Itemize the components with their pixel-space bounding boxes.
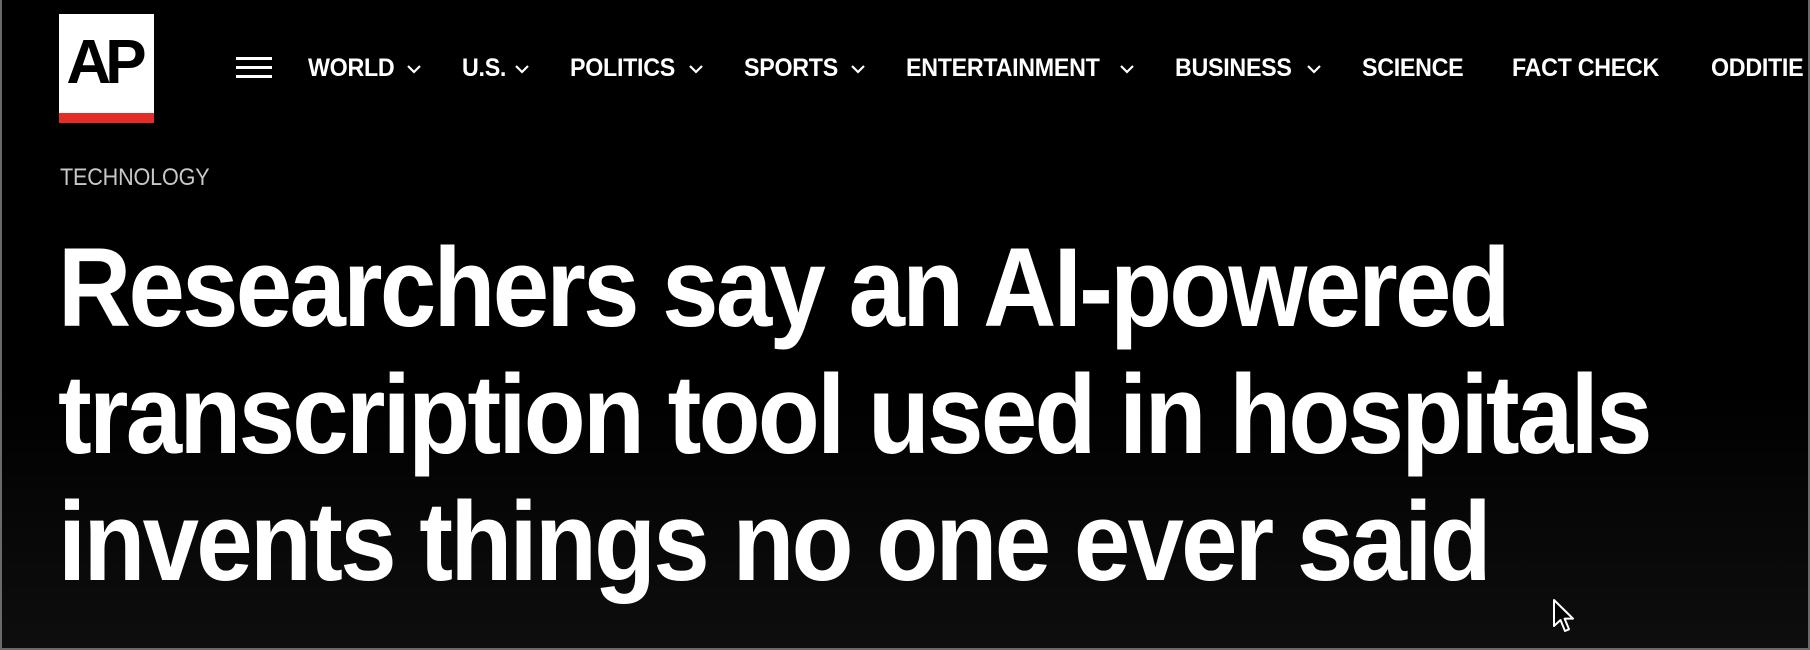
nav-item-politics[interactable]: POLITICS [570,53,704,83]
chevron-down-icon [1120,64,1135,74]
nav-item-label: POLITICS [570,53,676,82]
chevron-down-icon [689,64,704,74]
chevron-down-icon [515,64,530,74]
article-headline: Researchers say an AI-powered transcript… [58,224,1810,605]
hamburger-menu-icon[interactable] [234,55,274,81]
mouse-pointer-icon [1553,599,1574,632]
nav-item-label: WORLD [308,53,395,82]
nav-item-label: BUSINESS [1175,53,1293,82]
nav-item-fact-check[interactable]: FACT CHECK [1512,54,1670,83]
headline-line: transcription tool used in hospitals [58,352,1652,477]
headline-line: Researchers say an AI-powered [58,225,1511,350]
site-header: AP WORLD U.S. POLITICS SPORTS ENTERTAINM… [0,0,1810,140]
nav-item-sports[interactable]: SPORTS [744,53,866,83]
nav-item-label: SPORTS [744,53,839,82]
nav-item-label: U.S. [461,53,507,82]
headline-line: invents things no one ever said [58,479,1492,604]
nav-item-label: ODDITIE [1710,53,1804,82]
nav-item-world[interactable]: WORLD [308,54,421,83]
logo-text: AP [66,28,146,97]
nav-item-business[interactable]: BUSINESS [1175,53,1321,83]
nav-item-entertainment[interactable]: ENTERTAINMENT [906,53,1135,83]
nav-item-label: ENTERTAINMENT [906,53,1100,82]
nav-item-science[interactable]: SCIENCE [1362,54,1471,83]
section-kicker-link[interactable]: TECHNOLOGY [60,164,210,192]
chevron-down-icon [1307,64,1321,74]
nav-item-us[interactable]: U.S. [461,53,530,83]
chevron-down-icon [407,64,421,74]
nav-item-oddities[interactable]: ODDITIE [1711,54,1810,83]
main-nav: WORLD U.S. POLITICS SPORTS ENTERTAINMENT… [308,48,1810,88]
logo-red-bar [59,113,154,123]
nav-item-label: SCIENCE [1361,53,1464,82]
ap-logo[interactable]: AP [59,14,154,123]
nav-item-label: FACT CHECK [1511,53,1659,82]
chevron-down-icon [851,64,866,74]
